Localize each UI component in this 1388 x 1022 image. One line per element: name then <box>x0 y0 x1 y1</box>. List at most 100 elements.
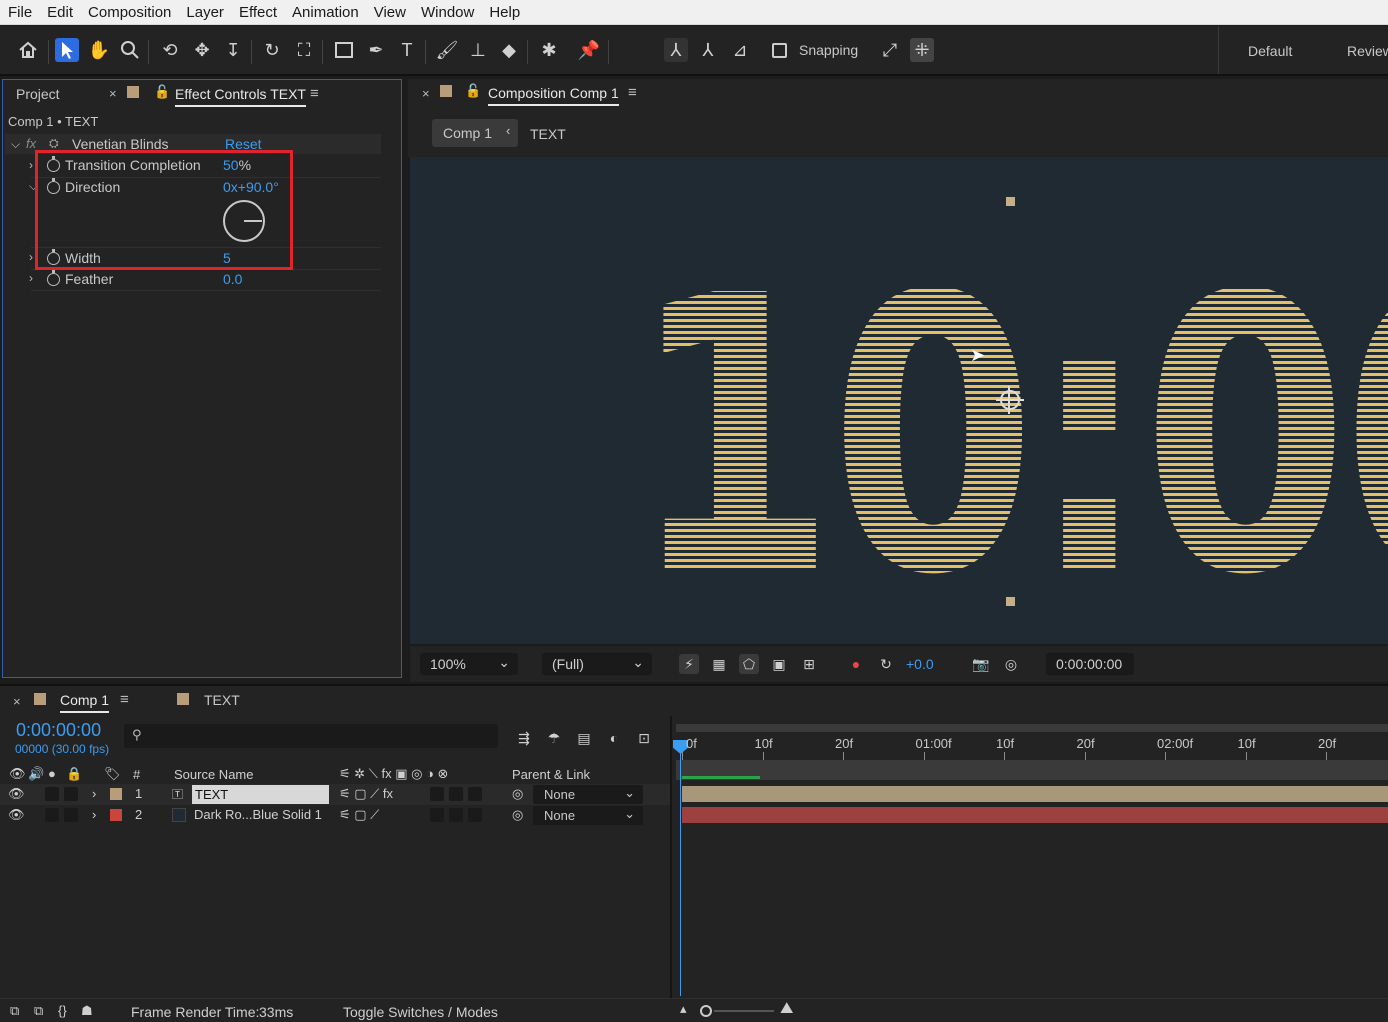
close-tab-icon[interactable]: × <box>109 86 117 101</box>
toggle-switches-modes[interactable]: Toggle Switches / Modes <box>343 1004 498 1020</box>
stopwatch-icon[interactable] <box>47 270 60 286</box>
table-row[interactable]: 👁 › 2 Dark Ro...Blue Solid 1 ⚟ ▢ ⟋ ◎ Non… <box>0 805 670 826</box>
home-icon[interactable] <box>16 38 40 62</box>
playhead-line[interactable] <box>680 740 681 996</box>
switch-box[interactable] <box>430 787 444 801</box>
table-row[interactable]: 👁 › 1 🅃 TEXT ⚟ ▢ ⟋ fx ◎ None ⌄ <box>0 784 670 805</box>
transfer-controls-toggle-icon[interactable]: ⧉ <box>34 1003 43 1019</box>
param-feather-value[interactable]: 0.0 <box>223 271 242 287</box>
parent-dropdown[interactable]: None ⌄ <box>533 806 643 825</box>
label-color[interactable] <box>110 809 122 821</box>
type-tool-icon[interactable]: T <box>395 38 419 62</box>
menu-effect[interactable]: Effect <box>232 4 284 21</box>
label-color[interactable] <box>110 788 122 800</box>
anchor-point-tool-icon[interactable]: ⛶ <box>292 38 316 62</box>
switch-box[interactable] <box>449 787 463 801</box>
transform-handle-bottom[interactable] <box>1006 597 1015 606</box>
workspace-review[interactable]: Review <box>1347 43 1388 59</box>
zoom-in-icon[interactable]: ⛰ <box>780 1000 793 1018</box>
tab-effect-controls[interactable]: Effect Controls TEXT <box>175 86 306 107</box>
render-time-toggle-icon[interactable]: ☗ <box>81 1003 93 1019</box>
brush-tool-icon[interactable]: 🖌 <box>435 38 459 62</box>
close-tab-icon[interactable]: × <box>13 694 21 709</box>
dolly-camera-icon[interactable]: ↧ <box>221 38 245 62</box>
switch-box[interactable] <box>449 808 463 822</box>
exposure-value[interactable]: +0.0 <box>906 656 934 672</box>
menu-file[interactable]: File <box>1 4 39 21</box>
graph-editor-icon[interactable]: ⊡ <box>634 728 654 748</box>
layer-search-input[interactable]: ⚲ <box>124 724 498 748</box>
expand-chevron-icon[interactable]: › <box>29 271 33 285</box>
reset-exposure-icon[interactable]: ↻ <box>876 654 896 674</box>
zoom-slider-thumb[interactable] <box>700 1005 712 1017</box>
zoom-slider-track[interactable] <box>714 1010 774 1012</box>
roto-brush-icon[interactable]: ✱ <box>537 38 561 62</box>
pen-tool-icon[interactable]: ✒ <box>364 38 388 62</box>
switch-box[interactable] <box>468 808 482 822</box>
local-axis-icon[interactable]: ⅄ <box>664 38 688 62</box>
layer-1-duration-bar[interactable] <box>682 786 1388 802</box>
pan-camera-icon[interactable]: ✥ <box>190 38 214 62</box>
selection-tool-icon[interactable] <box>55 38 79 62</box>
panel-menu-icon[interactable]: ≡ <box>628 84 637 101</box>
expand-chevron-icon[interactable]: › <box>92 786 96 801</box>
tab-timeline-text[interactable]: TEXT <box>204 692 240 708</box>
orbit-camera-icon[interactable]: ⟲ <box>158 38 182 62</box>
layer-switches[interactable]: ⚟ ▢ ⟋ <box>339 807 379 823</box>
layer-switches[interactable]: ⚟ ▢ ⟋ fx <box>339 786 393 802</box>
visibility-eye-icon[interactable]: 👁 <box>8 807 25 823</box>
zoom-dropdown[interactable]: 100% ⌄ <box>420 653 518 675</box>
layer-name-field[interactable]: TEXT <box>192 785 329 804</box>
zoom-tool-icon[interactable] <box>118 38 142 62</box>
solo-column-icon[interactable]: ● <box>48 766 56 781</box>
channel-icon[interactable]: ● <box>846 654 866 674</box>
in-out-toggle-icon[interactable]: {} <box>58 1003 67 1018</box>
solo-toggle[interactable] <box>45 787 59 801</box>
resolution-dropdown[interactable]: (Full) ⌄ <box>542 653 652 675</box>
lock-icon[interactable]: 🔓 <box>465 83 481 99</box>
show-snapshot-icon[interactable]: ◎ <box>1001 654 1021 674</box>
current-time[interactable]: 0:00:00:00 <box>16 720 101 741</box>
mask-path-icon[interactable]: ⬠ <box>739 654 759 674</box>
puppet-pin-icon[interactable]: 📌 <box>577 38 601 62</box>
expand-chevron-icon[interactable]: › <box>29 250 33 264</box>
workspace-default[interactable]: Default <box>1248 43 1292 59</box>
region-of-interest-icon[interactable]: ▣ <box>769 654 789 674</box>
layer-breadcrumb[interactable]: TEXT <box>530 126 566 142</box>
fast-previews-icon[interactable]: ⚡ <box>679 654 699 674</box>
menu-window[interactable]: Window <box>414 4 481 21</box>
menu-layer[interactable]: Layer <box>179 4 231 21</box>
menu-help[interactable]: Help <box>482 4 527 21</box>
pick-whip-icon[interactable]: ◎ <box>512 807 523 823</box>
rotate-tool-icon[interactable]: ↻ <box>260 38 284 62</box>
shy-layers-icon[interactable]: ☂ <box>544 728 564 748</box>
lock-toggle[interactable] <box>64 808 78 822</box>
tab-project[interactable]: Project <box>16 86 60 102</box>
expand-chevron-icon[interactable]: › <box>29 158 33 172</box>
expand-chevron-icon[interactable]: › <box>92 807 96 822</box>
timecode-field[interactable]: 0:00:00:00 <box>1046 653 1134 675</box>
comp-breadcrumb-button[interactable]: Comp 1 ‹ <box>432 119 518 147</box>
menu-composition[interactable]: Composition <box>81 4 178 21</box>
switch-box[interactable] <box>468 787 482 801</box>
composition-viewer[interactable]: 10:00 ➤ <box>410 157 1388 644</box>
tab-composition[interactable]: Composition Comp 1 <box>488 85 619 106</box>
menu-view[interactable]: View <box>367 4 413 21</box>
transparency-grid-icon[interactable]: ▦ <box>709 654 729 674</box>
snap-feature-icon[interactable]: ⁜ <box>910 38 934 62</box>
world-axis-icon[interactable]: ⅄ <box>696 38 720 62</box>
layer-name[interactable]: Dark Ro...Blue Solid 1 <box>194 807 322 822</box>
view-axis-icon[interactable]: ⊿ <box>728 38 752 62</box>
rectangle-tool-icon[interactable] <box>332 38 356 62</box>
composition-mini-flowchart-icon[interactable]: ⇶ <box>514 728 534 748</box>
parent-link-header[interactable]: Parent & Link <box>512 767 590 782</box>
visibility-eye-icon[interactable]: 👁 <box>8 786 25 802</box>
transform-handle-top[interactable] <box>1006 197 1015 206</box>
zoom-out-icon[interactable]: ▴ <box>680 1001 687 1017</box>
panel-menu-icon[interactable]: ≡ <box>120 691 129 708</box>
lock-column-icon[interactable]: 🔒 <box>66 766 82 782</box>
comp-text-layer[interactable]: 10:00 <box>630 247 1388 627</box>
grid-guides-icon[interactable]: ⊞ <box>799 654 819 674</box>
parent-dropdown[interactable]: None ⌄ <box>533 785 643 804</box>
label-column-icon[interactable]: 🏷 <box>104 766 121 782</box>
